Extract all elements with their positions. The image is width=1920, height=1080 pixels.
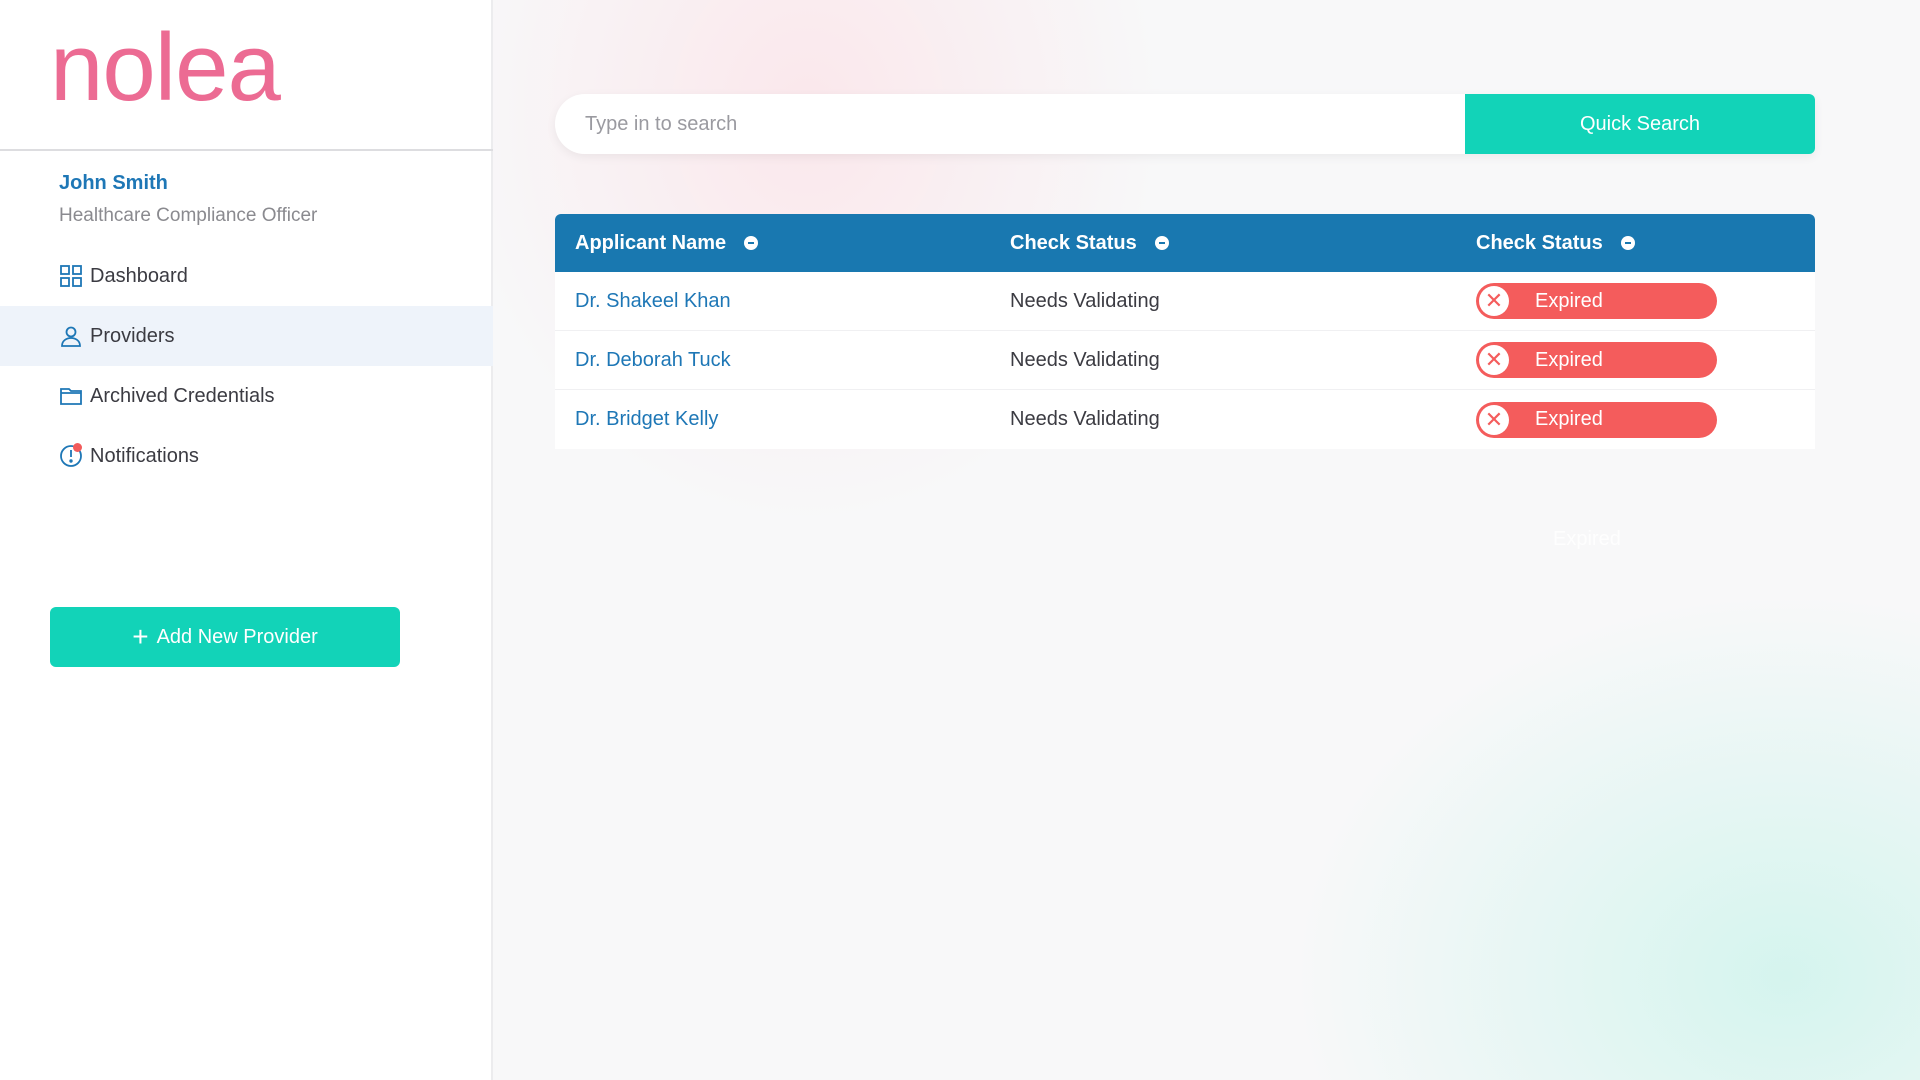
- search-input[interactable]: [555, 94, 1465, 154]
- badge-label: Expired: [1535, 408, 1603, 430]
- badge-label: Expired: [1535, 348, 1603, 371]
- sidebar-item-dashboard[interactable]: Dashboard: [0, 246, 493, 306]
- user-name: John Smith: [59, 172, 168, 194]
- applicant-name-link[interactable]: Dr. Deborah Tuck: [575, 349, 731, 371]
- providers-table: Applicant Name Check Status Check Status…: [555, 214, 1815, 449]
- close-circle-icon: ✕: [1479, 345, 1509, 375]
- add-new-provider-button[interactable]: + Add New Provider: [50, 607, 400, 667]
- sidebar-item-label: Dashboard: [90, 264, 188, 287]
- table-row[interactable]: Dr. Bridget Kelly Needs Validating ✕ Exp…: [555, 390, 1815, 449]
- user-role: Healthcare Compliance Officer: [59, 205, 318, 226]
- badge-label: Expired: [1535, 289, 1603, 312]
- expired-status-badge[interactable]: ✕ Expired: [1476, 342, 1717, 378]
- column-header-check-status[interactable]: Check Status: [1010, 232, 1476, 255]
- brand-logo[interactable]: nolea: [50, 10, 281, 125]
- sidebar-item-providers[interactable]: Providers: [0, 306, 493, 366]
- ghost-expired-label: Expired: [1553, 528, 1621, 550]
- sort-toggle-icon[interactable]: [744, 236, 759, 250]
- sidebar-item-label: Archived Credentials: [90, 384, 275, 407]
- notification-badge: [73, 443, 82, 452]
- sort-toggle-icon[interactable]: [1154, 236, 1169, 250]
- sort-toggle-icon[interactable]: [1620, 236, 1635, 250]
- sidebar-divider: [0, 149, 493, 151]
- sidebar-item-label: Providers: [90, 324, 175, 347]
- folder-icon: [58, 383, 84, 409]
- close-circle-icon: ✕: [1479, 286, 1509, 316]
- column-header-check-status-badge[interactable]: Check Status: [1476, 232, 1815, 255]
- check-status-text: Needs Validating: [1010, 348, 1160, 371]
- table-row[interactable]: Dr. Deborah Tuck Needs Validating ✕ Expi…: [555, 331, 1815, 390]
- expired-status-badge[interactable]: ✕ Expired: [1476, 283, 1717, 319]
- applicant-name-link[interactable]: Dr. Shakeel Khan: [575, 290, 731, 312]
- sidebar-item-archived-credentials[interactable]: Archived Credentials: [0, 366, 493, 426]
- table-header: Applicant Name Check Status Check Status: [555, 214, 1815, 272]
- check-status-text: Needs Validating: [1010, 289, 1160, 312]
- background-glow-teal: [1250, 560, 1920, 1080]
- search-bar: Quick Search: [555, 94, 1815, 154]
- alert-clock-icon: [58, 443, 84, 469]
- plus-icon: +: [132, 621, 149, 652]
- sidebar-item-notifications[interactable]: Notifications: [0, 426, 493, 486]
- user-icon: [58, 323, 84, 349]
- expired-status-badge[interactable]: ✕ Expired: [1476, 401, 1717, 438]
- add-new-provider-label: Add New Provider: [156, 625, 318, 648]
- check-status-text: Needs Validating: [1010, 408, 1160, 430]
- close-circle-icon: ✕: [1479, 404, 1509, 435]
- quick-search-button[interactable]: Quick Search: [1465, 94, 1815, 154]
- column-header-applicant-name[interactable]: Applicant Name: [555, 232, 1010, 255]
- column-header-label: Check Status: [1010, 231, 1137, 254]
- sidebar: nolea John Smith Healthcare Compliance O…: [0, 0, 493, 1080]
- sidebar-nav: Dashboard Providers Archived Credentials: [0, 246, 493, 486]
- sidebar-item-label: Notifications: [90, 444, 199, 467]
- table-row[interactable]: Dr. Shakeel Khan Needs Validating ✕ Expi…: [555, 272, 1815, 331]
- column-header-label: Applicant Name: [575, 231, 727, 254]
- dashboard-grid-icon: [58, 263, 84, 289]
- applicant-name-link[interactable]: Dr. Bridget Kelly: [575, 408, 718, 430]
- column-header-label: Check Status: [1476, 231, 1603, 254]
